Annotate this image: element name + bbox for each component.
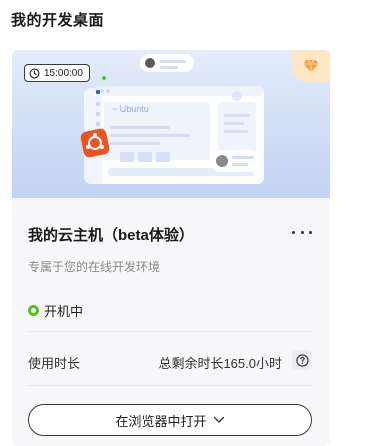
question-circle-icon: [295, 353, 309, 367]
status-dot-icon: [28, 305, 39, 316]
help-icon[interactable]: [292, 350, 312, 370]
open-in-browser-label: 在浏览器中打开: [115, 413, 207, 429]
status-label: 开机中: [44, 304, 84, 319]
host-description: 专属于您的在线开发环境: [28, 260, 161, 274]
open-in-browser-button[interactable]: 在浏览器中打开: [28, 404, 312, 436]
cloud-host-card: ~ Ubuntu 15:00:00 我的云主机（beta体验） 专属于您的在线开…: [12, 50, 330, 446]
ubuntu-icon: [80, 128, 110, 158]
status-indicator: 开机中: [28, 301, 83, 320]
page-title: 我的开发桌面: [11, 12, 105, 29]
divider: [28, 385, 312, 386]
more-icon[interactable]: [292, 226, 312, 238]
host-name: 我的云主机（beta体验）: [28, 227, 194, 244]
usage-value: 总剩余时长165.0小时: [158, 356, 282, 371]
gem-icon: [303, 59, 319, 72]
divider: [28, 331, 312, 332]
vip-badge: [292, 50, 330, 82]
chevron-down-icon: [213, 416, 224, 423]
card-banner: ~ Ubuntu 15:00:00: [12, 50, 330, 198]
illustration-window-text: ~ Ubuntu: [112, 104, 149, 114]
usage-label: 使用时长: [28, 356, 81, 371]
timer-text: 15:00:00: [44, 67, 83, 79]
clock-icon: [29, 68, 40, 78]
timer-chip: 15:00:00: [24, 64, 90, 82]
